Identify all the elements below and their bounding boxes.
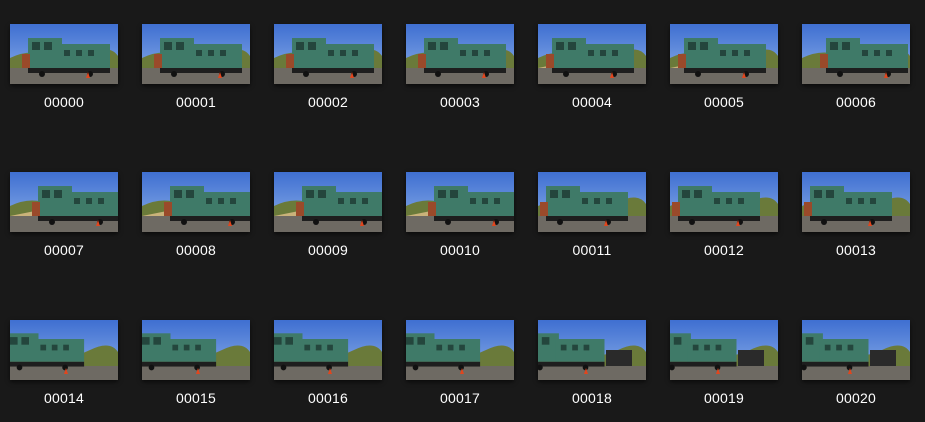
- photo-thumbnail-icon: [538, 24, 646, 84]
- thumbnail-image[interactable]: [670, 172, 778, 232]
- thumbnail-item[interactable]: 00018: [538, 320, 646, 422]
- photo-thumbnail-icon: [406, 24, 514, 84]
- thumbnail-label: 00008: [176, 242, 216, 258]
- thumbnail-label: 00015: [176, 390, 216, 406]
- photo-thumbnail-icon: [538, 172, 646, 232]
- photo-thumbnail-icon: [274, 172, 382, 232]
- thumbnail-label: 00006: [836, 94, 876, 110]
- thumbnail-image[interactable]: [274, 320, 382, 380]
- photo-thumbnail-icon: [274, 24, 382, 84]
- thumbnail-image[interactable]: [670, 24, 778, 84]
- thumbnail-image[interactable]: [802, 320, 910, 380]
- thumbnail-item[interactable]: 00003: [406, 24, 514, 134]
- thumbnail-label: 00020: [836, 390, 876, 406]
- thumbnail-image[interactable]: [142, 172, 250, 232]
- thumbnail-image[interactable]: [10, 320, 118, 380]
- thumbnail-label: 00003: [440, 94, 480, 110]
- thumbnail-label: 00007: [44, 242, 84, 258]
- thumbnail-image[interactable]: [10, 24, 118, 84]
- thumbnail-image[interactable]: [802, 172, 910, 232]
- photo-thumbnail-icon: [142, 320, 250, 380]
- photo-thumbnail-icon: [670, 320, 778, 380]
- thumbnail-item[interactable]: 00019: [670, 320, 778, 422]
- thumbnail-label: 00013: [836, 242, 876, 258]
- thumbnail-item[interactable]: 00017: [406, 320, 514, 422]
- thumbnail-image[interactable]: [142, 24, 250, 84]
- thumbnail-image[interactable]: [406, 172, 514, 232]
- thumbnail-label: 00000: [44, 94, 84, 110]
- photo-thumbnail-icon: [802, 172, 910, 232]
- thumbnail-label: 00009: [308, 242, 348, 258]
- thumbnail-label: 00012: [704, 242, 744, 258]
- thumbnail-item[interactable]: 00013: [802, 172, 910, 282]
- thumbnail-label: 00017: [440, 390, 480, 406]
- photo-thumbnail-icon: [142, 24, 250, 84]
- thumbnail-image[interactable]: [274, 24, 382, 84]
- thumbnail-image[interactable]: [274, 172, 382, 232]
- photo-thumbnail-icon: [538, 320, 646, 380]
- thumbnail-label: 00001: [176, 94, 216, 110]
- thumbnail-grid: 00000 00001 00002 00003 00004 00005 0000…: [0, 0, 925, 422]
- photo-thumbnail-icon: [670, 172, 778, 232]
- thumbnail-image[interactable]: [538, 320, 646, 380]
- thumbnail-image[interactable]: [538, 24, 646, 84]
- photo-thumbnail-icon: [406, 172, 514, 232]
- thumbnail-item[interactable]: 00009: [274, 172, 382, 282]
- photo-thumbnail-icon: [10, 172, 118, 232]
- photo-thumbnail-icon: [10, 24, 118, 84]
- thumbnail-item[interactable]: 00005: [670, 24, 778, 134]
- thumbnail-label: 00011: [572, 242, 612, 258]
- thumbnail-item[interactable]: 00002: [274, 24, 382, 134]
- thumbnail-item[interactable]: 00016: [274, 320, 382, 422]
- thumbnail-image[interactable]: [538, 172, 646, 232]
- photo-thumbnail-icon: [274, 320, 382, 380]
- photo-thumbnail-icon: [802, 24, 910, 84]
- thumbnail-item[interactable]: 00008: [142, 172, 250, 282]
- photo-thumbnail-icon: [10, 320, 118, 380]
- thumbnail-label: 00002: [308, 94, 348, 110]
- thumbnail-item[interactable]: 00014: [10, 320, 118, 422]
- thumbnail-item[interactable]: 00012: [670, 172, 778, 282]
- thumbnail-image[interactable]: [406, 320, 514, 380]
- photo-thumbnail-icon: [406, 320, 514, 380]
- thumbnail-item[interactable]: 00004: [538, 24, 646, 134]
- thumbnail-item[interactable]: 00015: [142, 320, 250, 422]
- thumbnail-item[interactable]: 00000: [10, 24, 118, 134]
- thumbnail-label: 00016: [308, 390, 348, 406]
- thumbnail-image[interactable]: [802, 24, 910, 84]
- thumbnail-label: 00019: [704, 390, 744, 406]
- thumbnail-image[interactable]: [406, 24, 514, 84]
- thumbnail-image[interactable]: [10, 172, 118, 232]
- thumbnail-label: 00014: [44, 390, 84, 406]
- photo-thumbnail-icon: [802, 320, 910, 380]
- thumbnail-label: 00018: [572, 390, 612, 406]
- thumbnail-item[interactable]: 00011: [538, 172, 646, 282]
- thumbnail-label: 00004: [572, 94, 612, 110]
- thumbnail-image[interactable]: [670, 320, 778, 380]
- thumbnail-item[interactable]: 00010: [406, 172, 514, 282]
- thumbnail-image[interactable]: [142, 320, 250, 380]
- thumbnail-item[interactable]: 00006: [802, 24, 910, 134]
- photo-thumbnail-icon: [142, 172, 250, 232]
- thumbnail-label: 00005: [704, 94, 744, 110]
- thumbnail-item[interactable]: 00001: [142, 24, 250, 134]
- thumbnail-item[interactable]: 00007: [10, 172, 118, 282]
- thumbnail-item[interactable]: 00020: [802, 320, 910, 422]
- photo-thumbnail-icon: [670, 24, 778, 84]
- thumbnail-label: 00010: [440, 242, 480, 258]
